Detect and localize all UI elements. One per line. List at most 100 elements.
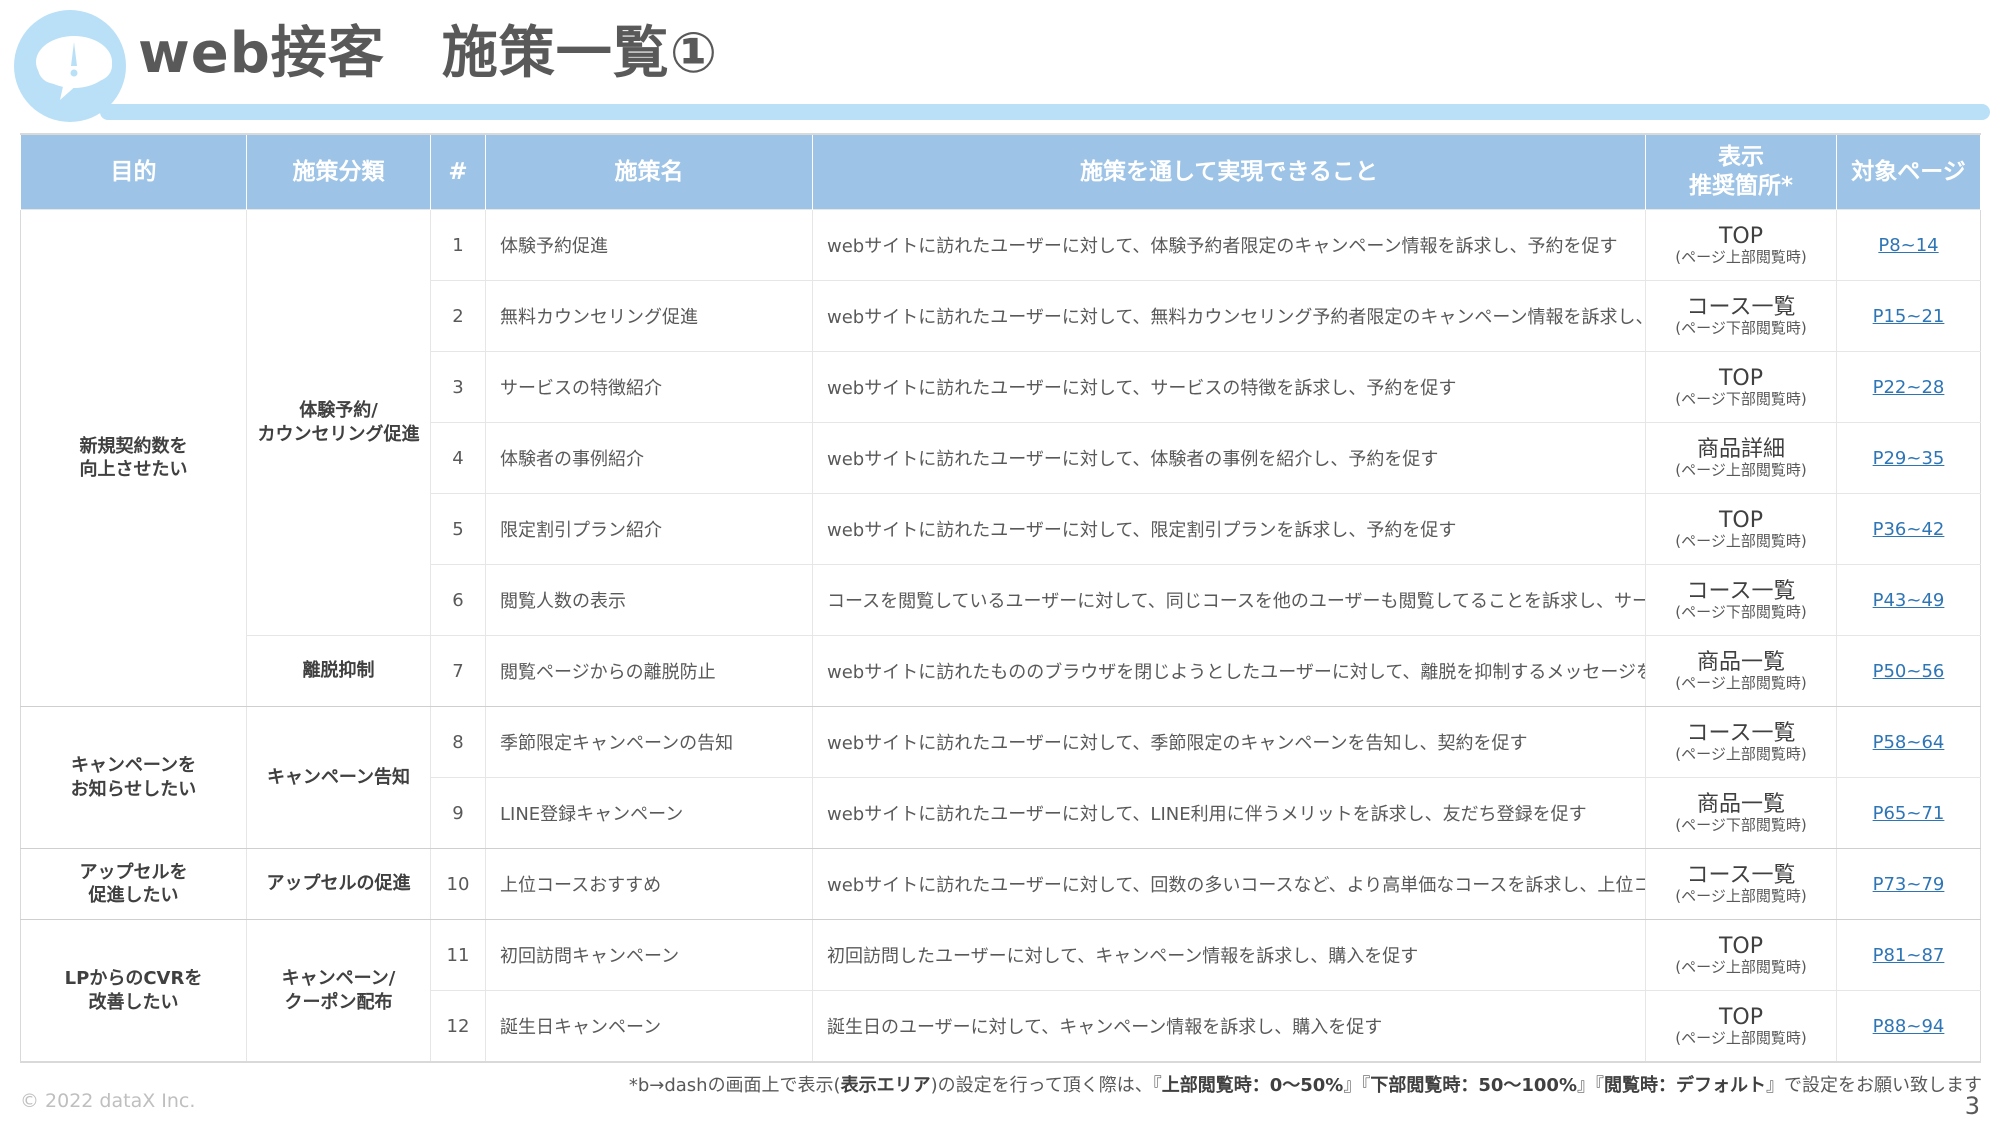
purpose-line2: お知らせしたい <box>70 778 197 800</box>
display-location: TOP (ページ上部閲覧時) <box>1645 209 1837 281</box>
measure-description: 初回訪問したユーザーに対して、キャンペーン情報を訴求し、購入を促す <box>812 919 1646 991</box>
category-line2: クーポン配布 <box>284 991 393 1013</box>
display-location: コース一覧 (ページ下部閲覧時) <box>1645 280 1837 352</box>
header-accent-bar <box>100 104 1990 120</box>
measure-name: 上位コースおすすめ <box>485 848 813 920</box>
location-main: コース一覧 <box>1686 862 1796 888</box>
category-cell: キャンペーン告知 <box>246 706 431 849</box>
purpose-line2: 促進したい <box>88 885 179 906</box>
target-pages-cell: P50~56 <box>1836 635 1981 707</box>
target-pages-link[interactable]: P65~71 <box>1873 803 1945 824</box>
table-row: アップセルを 促進したい アップセルの促進 10 上位コースおすすめ webサイト… <box>20 848 1981 920</box>
row-number: 12 <box>430 990 486 1063</box>
target-pages-link[interactable]: P43~49 <box>1873 590 1945 611</box>
measure-name: 無料カウンセリング促進 <box>485 280 813 352</box>
copyright: © 2022 dataX Inc. <box>20 1090 196 1112</box>
target-pages-link[interactable]: P8~14 <box>1878 235 1938 256</box>
purpose-line1: キャンペーンを <box>70 755 197 777</box>
display-location: 商品一覧 (ページ上部閲覧時) <box>1645 635 1837 707</box>
row-number: 5 <box>430 493 486 565</box>
purpose-cell: LPからのCVRを 改善したい <box>20 919 247 1063</box>
category-cell: アップセルの促進 <box>246 848 431 920</box>
category-cell: 体験予約/カウンセリング促進 <box>246 209 431 636</box>
category-cell: キャンペーン/クーポン配布 <box>246 919 431 1063</box>
location-note: (ページ下部閲覧時) <box>1675 389 1807 408</box>
location-note: (ページ上部閲覧時) <box>1675 531 1807 550</box>
table-row: 新規契約数を 向上させたい 体験予約/カウンセリング促進 1 体験予約促進 web… <box>20 209 1981 707</box>
header-category: 施策分類 <box>246 134 431 210</box>
category-cell: 離脱抑制 <box>246 635 431 707</box>
location-main: 商品一覧 <box>1696 649 1785 675</box>
footnote-bold: 表示エリア <box>840 1075 931 1096</box>
measure-description: webサイトに訪れたユーザーに対して、サービスの特徴を訴求し、予約を促す <box>812 351 1646 423</box>
measure-name: 体験者の事例紹介 <box>485 422 813 494</box>
location-note: (ページ上部閲覧時) <box>1675 673 1807 692</box>
row-number: 9 <box>430 777 486 849</box>
page-title: web接客 施策一覧① <box>138 21 719 86</box>
target-pages-link[interactable]: P22~28 <box>1873 377 1945 398</box>
target-pages-cell: P36~42 <box>1836 493 1981 565</box>
header-measure-name: 施策名 <box>485 134 813 210</box>
measure-description: webサイトに訪れたもののブラウザを閉じようとしたユーザーに対して、離脱を抑制す… <box>812 635 1646 707</box>
display-location: コース一覧 (ページ上部閲覧時) <box>1645 706 1837 778</box>
location-main: コース一覧 <box>1686 578 1796 604</box>
location-note: (ページ上部閲覧時) <box>1675 744 1807 763</box>
measure-description: 誕生日のユーザーに対して、キャンペーン情報を訴求し、購入を促す <box>812 990 1646 1063</box>
target-pages-cell: P73~79 <box>1836 848 1981 920</box>
measure-name: 閲覧ページからの離脱防止 <box>485 635 813 707</box>
table-row: LPからのCVRを 改善したい キャンペーン/クーポン配布 11 初回訪問キャンペ… <box>20 919 1981 1063</box>
measure-description: webサイトに訪れたユーザーに対して、限定割引プランを訴求し、予約を促す <box>812 493 1646 565</box>
category-line1: キャンペーン/ <box>281 968 396 990</box>
display-location: TOP (ページ上部閲覧時) <box>1645 493 1837 565</box>
target-pages-link[interactable]: P50~56 <box>1873 661 1945 682</box>
footnote-text: *b→dashの画面上で表示( <box>628 1075 841 1096</box>
footnote-text: 』『 <box>1343 1075 1371 1096</box>
target-pages-cell: P43~49 <box>1836 564 1981 636</box>
purpose-cell: 新規契約数を 向上させたい <box>20 209 247 707</box>
target-pages-link[interactable]: P81~87 <box>1873 945 1945 966</box>
measure-description: コースを閲覧しているユーザーに対して、同じコースを他のユーザーも閲覧してることを… <box>812 564 1646 636</box>
target-pages-link[interactable]: P15~21 <box>1873 306 1945 327</box>
row-number: 11 <box>430 919 486 991</box>
location-main: 商品一覧 <box>1696 791 1785 817</box>
target-pages-cell: P65~71 <box>1836 777 1981 849</box>
footnote: *b→dashの画面上で表示(表示エリア)の設定を行って頂く際は、『上部閲覧時：… <box>629 1071 1982 1097</box>
purpose-cell: アップセルを 促進したい <box>20 848 247 920</box>
row-number: 4 <box>430 422 486 494</box>
purpose-line1: LPからのCVRを <box>64 968 203 990</box>
speech-bubble-exclamation-icon <box>36 36 112 100</box>
purpose-line1: 新規契約数を <box>79 435 188 457</box>
footnote-bold: 下部閲覧時：50～100% <box>1370 1075 1577 1096</box>
display-location: コース一覧 (ページ下部閲覧時) <box>1645 564 1837 636</box>
target-pages-link[interactable]: P58~64 <box>1873 732 1945 753</box>
purpose-cell: キャンペーンを お知らせしたい <box>20 706 247 849</box>
location-note: (ページ上部閲覧時) <box>1675 247 1807 266</box>
row-number: 8 <box>430 706 486 778</box>
measure-description: webサイトに訪れたユーザーに対して、季節限定のキャンペーンを告知し、契約を促す <box>812 706 1646 778</box>
location-note: (ページ下部閲覧時) <box>1675 602 1807 621</box>
header-display-location: 表示 推奨箇所* <box>1645 134 1837 210</box>
measure-name: 閲覧人数の表示 <box>485 564 813 636</box>
location-note: (ページ下部閲覧時) <box>1675 318 1807 337</box>
header-number: # <box>430 134 486 210</box>
footnote-bold: 閲覧時：デフォルト <box>1604 1075 1766 1096</box>
target-pages-cell: P81~87 <box>1836 919 1981 991</box>
table-header-row: 目的 施策分類 # 施策名 施策を通して実現できること 表示 推奨箇所* 対象ペー… <box>20 134 1981 210</box>
target-pages-link[interactable]: P73~79 <box>1873 874 1945 895</box>
display-location: コース一覧 (ページ上部閲覧時) <box>1645 848 1837 920</box>
location-main: TOP <box>1718 507 1764 533</box>
measure-description: webサイトに訪れたユーザーに対して、無料カウンセリング予約者限定のキャンペーン… <box>812 280 1646 352</box>
measure-name: 限定割引プラン紹介 <box>485 493 813 565</box>
target-pages-link[interactable]: P88~94 <box>1873 1016 1945 1037</box>
target-pages-link[interactable]: P36~42 <box>1873 519 1945 540</box>
display-location: TOP (ページ上部閲覧時) <box>1645 990 1837 1063</box>
row-number: 7 <box>430 635 486 707</box>
measure-name: 体験予約促進 <box>485 209 813 281</box>
target-pages-link[interactable]: P29~35 <box>1873 448 1945 469</box>
header-target-pages: 対象ページ <box>1836 134 1981 210</box>
purpose-line2: 改善したい <box>88 991 179 1013</box>
location-note: (ページ上部閲覧時) <box>1675 1028 1807 1047</box>
target-pages-cell: P29~35 <box>1836 422 1981 494</box>
row-number: 6 <box>430 564 486 636</box>
purpose-line2: 向上させたい <box>79 459 188 480</box>
